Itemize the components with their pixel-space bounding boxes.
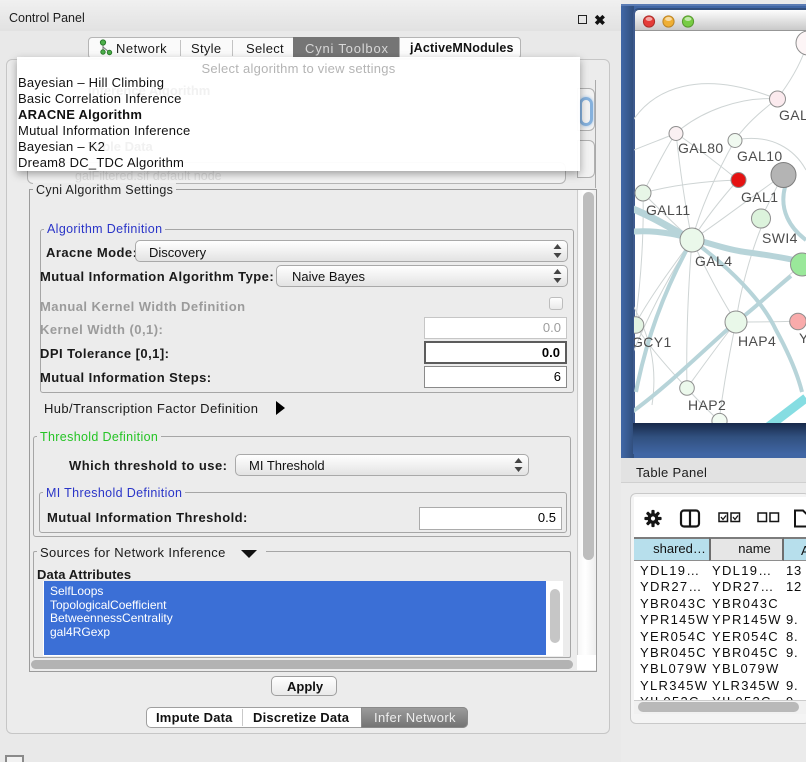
svg-text:GAL1: GAL1 — [741, 189, 778, 205]
svg-text:SWI4: SWI4 — [762, 230, 798, 246]
svg-text:GAL80: GAL80 — [678, 140, 724, 156]
svg-text:GAL4: GAL4 — [695, 253, 732, 269]
svg-text:HAP2: HAP2 — [688, 397, 726, 413]
svg-text:GCY1: GCY1 — [634, 334, 672, 350]
svg-text:HAP4: HAP4 — [738, 333, 776, 349]
svg-text:Y: Y — [799, 330, 806, 346]
svg-text:GAL10: GAL10 — [737, 148, 783, 164]
svg-text:GAL: GAL — [779, 107, 806, 123]
svg-text:GAL11: GAL11 — [646, 202, 691, 218]
